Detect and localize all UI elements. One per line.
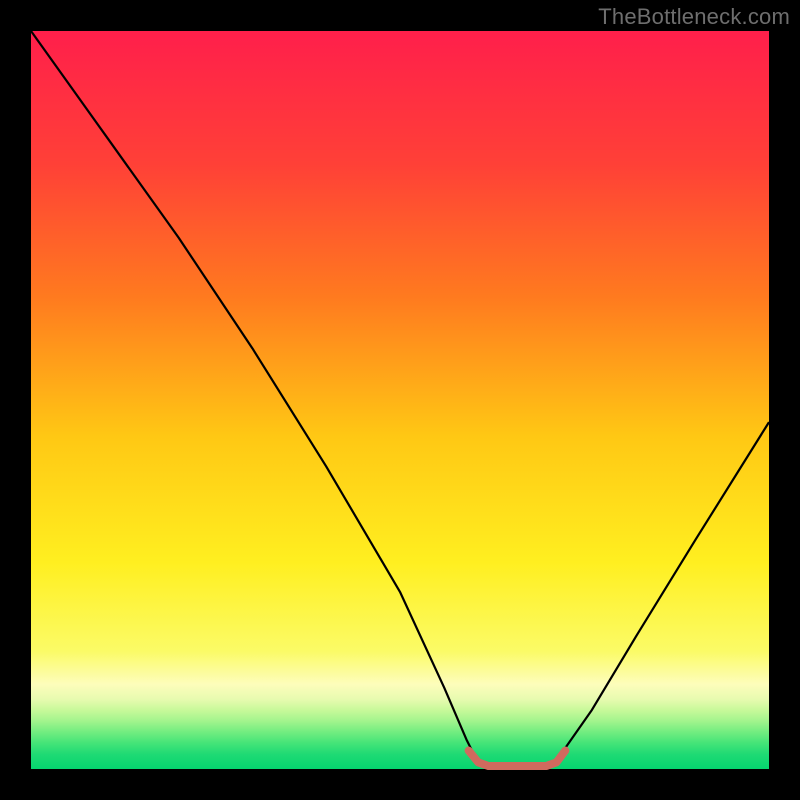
bottleneck-chart [0, 0, 800, 800]
attribution-label: TheBottleneck.com [598, 4, 790, 30]
chart-frame: TheBottleneck.com [0, 0, 800, 800]
chart-background [31, 31, 769, 769]
